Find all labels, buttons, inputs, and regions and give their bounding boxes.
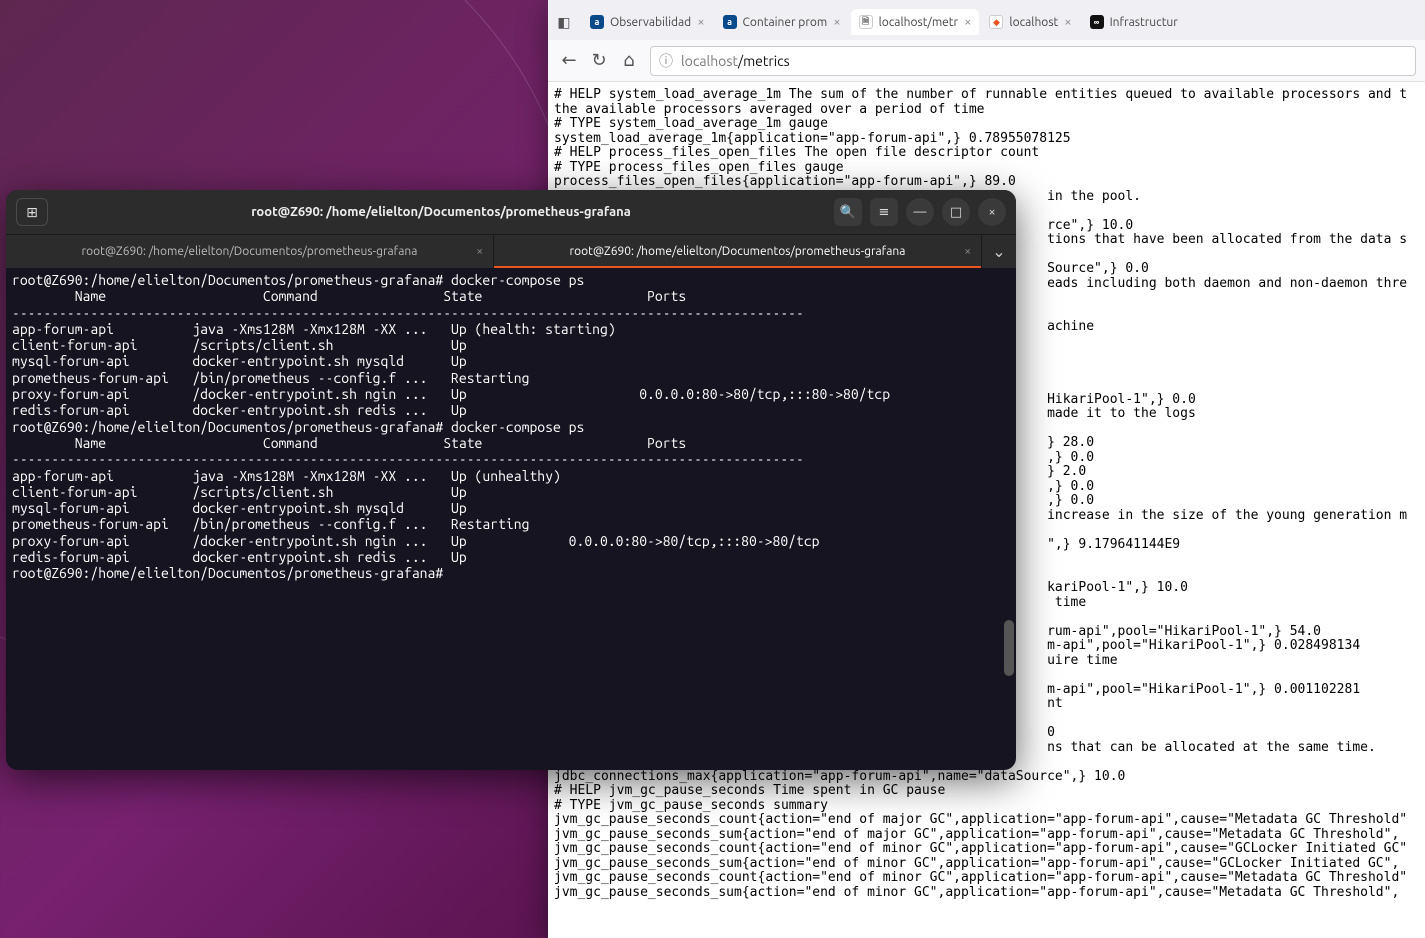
new-tab-button[interactable]: ⊞	[16, 198, 48, 226]
tab-label: Container prom	[743, 16, 828, 29]
close-icon[interactable]: ×	[833, 15, 840, 29]
sidebar-icon[interactable]: ◧	[554, 12, 574, 32]
search-button[interactable]: 🔍	[834, 198, 862, 226]
sidebar-toggle-group: ◧	[554, 12, 574, 32]
tab-localhost-metrics[interactable]: 🗎 localhost/metr ×	[851, 9, 980, 35]
tab-label: localhost	[1009, 16, 1058, 29]
browser-tabstrip: ◧ a Observabilidad × a Container prom × …	[548, 0, 1425, 40]
terminal-tab-label: root@Z690: /home/elielton/Documentos/pro…	[570, 245, 906, 258]
tab-label: Observabilidad	[610, 16, 691, 29]
close-icon[interactable]: ×	[964, 245, 971, 258]
menu-button[interactable]: ≡	[870, 198, 898, 226]
browser-toolbar: ← ↻ ⌂ ⓘ localhost/metrics	[548, 40, 1425, 82]
favicon-icon: a	[590, 15, 604, 29]
terminal-tabs: root@Z690: /home/elielton/Documentos/pro…	[6, 234, 1016, 268]
favicon-icon: ∞	[1090, 15, 1104, 29]
url-host: localhost	[681, 53, 738, 69]
tab-container-prom[interactable]: a Container prom ×	[715, 9, 849, 35]
terminal-window: ⊞ root@Z690: /home/elielton/Documentos/p…	[6, 190, 1016, 770]
home-button[interactable]: ⌂	[620, 50, 638, 71]
tab-infrastructure[interactable]: ∞ Infrastructur	[1082, 9, 1186, 35]
terminal-title: root@Z690: /home/elielton/Documentos/pro…	[48, 205, 834, 219]
terminal-tab-label: root@Z690: /home/elielton/Documentos/pro…	[82, 245, 418, 258]
tab-observabilidad[interactable]: a Observabilidad ×	[582, 9, 713, 35]
terminal-titlebar[interactable]: ⊞ root@Z690: /home/elielton/Documentos/p…	[6, 190, 1016, 234]
terminal-output[interactable]: root@Z690:/home/elielton/Documentos/prom…	[6, 268, 1016, 770]
terminal-scrollbar[interactable]	[1004, 620, 1014, 676]
tab-label: localhost/metr	[879, 16, 958, 29]
favicon-icon: a	[723, 15, 737, 29]
terminal-tab-1[interactable]: root@Z690: /home/elielton/Documentos/pro…	[6, 235, 494, 268]
close-icon[interactable]: ×	[1064, 15, 1071, 29]
minimize-button[interactable]: —	[906, 198, 934, 226]
reload-button[interactable]: ↻	[590, 50, 608, 71]
tab-label: Infrastructur	[1110, 16, 1178, 29]
close-button[interactable]: ×	[978, 198, 1006, 226]
info-icon[interactable]: ⓘ	[659, 51, 673, 71]
terminal-tab-2[interactable]: root@Z690: /home/elielton/Documentos/pro…	[494, 235, 982, 268]
tabs-dropdown-button[interactable]: ⌄	[982, 235, 1016, 268]
close-icon[interactable]: ×	[697, 15, 704, 29]
address-bar[interactable]: ⓘ localhost/metrics	[650, 46, 1416, 76]
favicon-icon: 🗎	[859, 15, 873, 29]
terminal-actions: 🔍 ≡ — □ ×	[834, 198, 1006, 226]
favicon-icon: ◆	[989, 15, 1003, 29]
maximize-button[interactable]: □	[942, 198, 970, 226]
close-icon[interactable]: ×	[964, 15, 971, 29]
url-path: /metrics	[738, 53, 790, 69]
back-button[interactable]: ←	[560, 50, 578, 71]
tab-localhost[interactable]: ◆ localhost ×	[981, 9, 1079, 35]
close-icon[interactable]: ×	[476, 245, 483, 258]
